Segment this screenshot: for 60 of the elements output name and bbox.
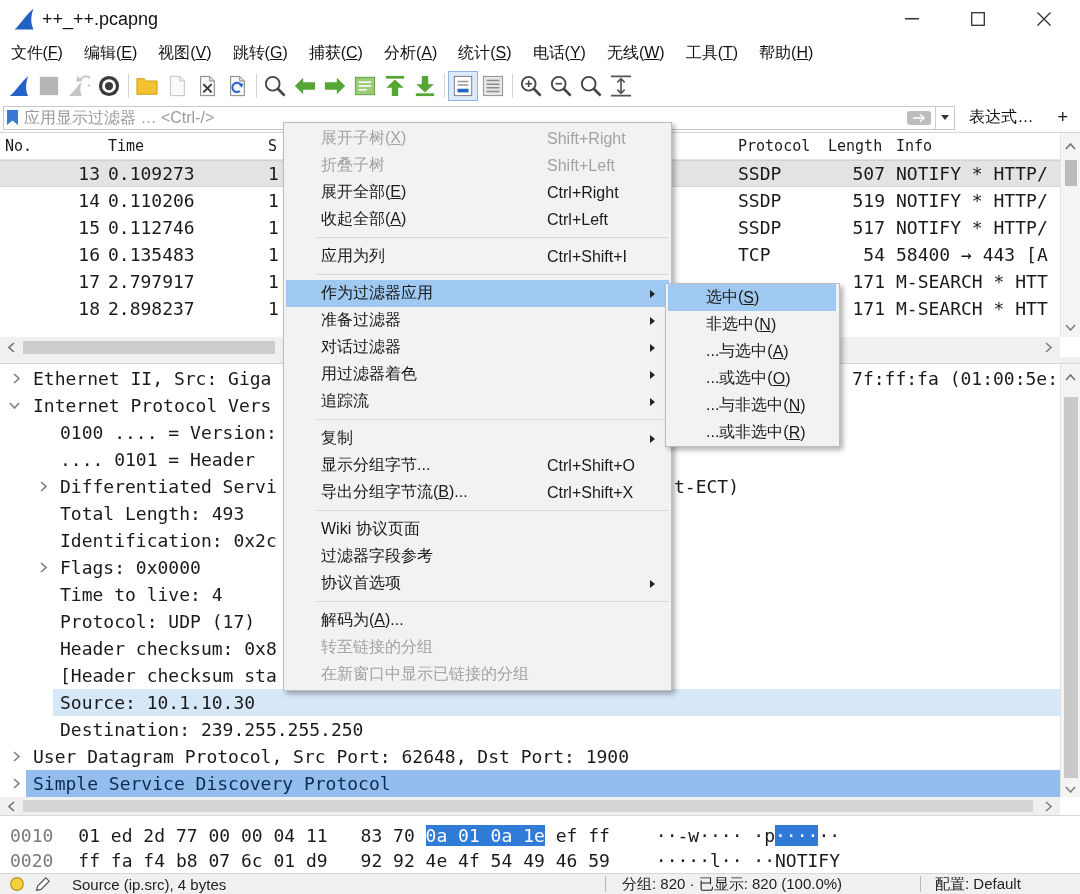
window-title: ++_++.pcapng xyxy=(42,8,159,30)
table-cell-text: 1 xyxy=(267,271,280,292)
table-cell-text: 16 xyxy=(77,244,101,265)
table-cell-text: M-SEARCH * HTT xyxy=(895,298,1049,319)
byte-offset: 0010 xyxy=(10,825,54,846)
table-cell-text: SSDP xyxy=(737,190,783,211)
ascii-text: ··-w···· xyxy=(655,825,743,846)
byte-offset: 0020 xyxy=(10,850,54,871)
table-cell-text: 2.797917 xyxy=(107,271,196,292)
table-cell-text: NOTIFY * HTTP/ xyxy=(895,163,1049,184)
hex-bytes: ef ff xyxy=(555,825,610,846)
hex-bytes: 01 ed 2d 77 00 00 04 11 xyxy=(78,825,328,846)
table-cell-text: NOTIFY * HTTP/ xyxy=(895,217,1049,238)
ascii-text: ···· xyxy=(775,825,819,846)
table-cell-text: 519 xyxy=(851,190,886,211)
table-cell-text: 0.135483 xyxy=(107,244,196,265)
table-cell-text: 14 xyxy=(77,190,101,211)
table-cell-text: 1 xyxy=(267,298,280,319)
table-cell-text: 1 xyxy=(267,244,280,265)
table-cell-text: 171 xyxy=(851,298,886,319)
hex-bytes: ff fa f4 b8 07 6c 01 d9 xyxy=(78,850,328,871)
table-cell-text: 17 xyxy=(77,271,101,292)
ascii-text: ·· xyxy=(818,825,841,846)
tree-item-text: 7f:ff:fa (01:00:5e: xyxy=(851,368,1059,389)
table-cell-text: 2.898237 xyxy=(107,298,196,319)
packet-count-text: 分组: 820 · 已显示: 820 (100.0%) xyxy=(621,874,843,894)
table-cell-text: 171 xyxy=(851,271,886,292)
table-cell-text: 54 xyxy=(862,244,886,265)
ascii-text: ·····l·· xyxy=(655,850,743,871)
table-cell-text: M-SEARCH * HTT xyxy=(895,271,1049,292)
ascii-text: ·p xyxy=(753,825,775,846)
table-cell-text: 13 xyxy=(77,163,101,184)
shortcut-text: Ctrl+Left xyxy=(547,210,608,229)
shortcut-text: Ctrl+Right xyxy=(547,183,619,202)
shortcut-text: Ctrl+Shift+O xyxy=(547,456,636,475)
hex-bytes: 92 92 4e 4f 54 49 46 59 xyxy=(360,850,610,871)
table-cell-text: 0.109273 xyxy=(107,163,196,184)
shortcut-text: Shift+Right xyxy=(547,129,626,148)
table-cell-text: SSDP xyxy=(737,163,783,184)
table-cell-text: 1 xyxy=(267,217,280,238)
table-cell-text: SSDP xyxy=(737,217,783,238)
table-cell-text: 517 xyxy=(851,217,886,238)
ascii-text: ··NOTIFY xyxy=(753,850,841,871)
table-cell-text: 0.112746 xyxy=(107,217,196,238)
hex-bytes: 0a 01 0a 1e xyxy=(425,825,545,846)
table-cell-text: 1 xyxy=(267,163,280,184)
table-cell-text: 1 xyxy=(267,190,280,211)
table-cell-text: 0.110206 xyxy=(107,190,196,211)
shortcut-text: Ctrl+Shift+I xyxy=(547,247,628,266)
table-cell-text: TCP xyxy=(737,244,772,265)
tree-item-text: t-ECT) xyxy=(673,476,740,497)
status-text: Source (ip.src), 4 bytes xyxy=(72,875,227,893)
table-cell-text: 58400 → 443 [A xyxy=(895,244,1049,265)
table-cell-text: 15 xyxy=(77,217,101,238)
table-cell-text: 18 xyxy=(77,298,101,319)
table-cell-text: NOTIFY * HTTP/ xyxy=(895,190,1049,211)
shortcut-text: Ctrl+Shift+X xyxy=(547,483,634,502)
hex-bytes: 83 70 xyxy=(360,825,415,846)
table-cell-text: 507 xyxy=(851,163,886,184)
shortcut-text: Shift+Left xyxy=(547,156,616,175)
